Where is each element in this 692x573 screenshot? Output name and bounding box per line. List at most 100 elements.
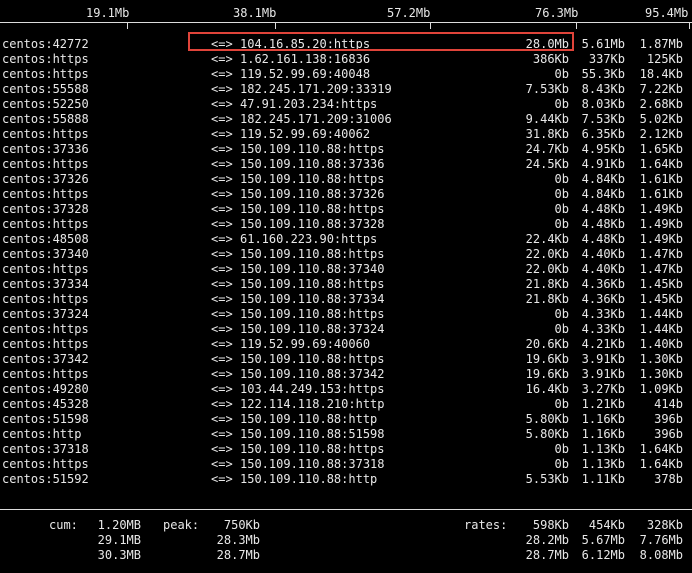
- connection-row[interactable]: centos:https <=> 150.109.110.88:37328 0b 4.4…: [0, 217, 692, 232]
- rate-2s: 31.8Kb: [525, 127, 569, 141]
- rate-40s: 5.02Kb: [639, 112, 683, 126]
- rate-10s: 4.84Kb: [581, 187, 625, 201]
- rate-40s: 18.4Kb: [639, 67, 683, 81]
- connection-row[interactable]: centos:https <=> 119.52.99.69:40060 20.6Kb 4…: [0, 337, 692, 352]
- direction-arrow: <=>: [211, 187, 233, 201]
- rate-2s: 22.0Kb: [525, 262, 569, 276]
- connection-row[interactable]: centos:https <=> 150.109.110.88:37324 0b 4.3…: [0, 322, 692, 337]
- rate-2s: 19.6Kb: [525, 367, 569, 381]
- destination-host: 182.245.171.209:31006: [240, 112, 392, 126]
- scale-tick: [576, 22, 577, 29]
- direction-arrow: <=>: [211, 52, 233, 66]
- scale-label: 38.1Mb: [233, 6, 277, 20]
- connection-row[interactable]: centos:51592 <=> 150.109.110.88:http 5.53Kb…: [0, 472, 692, 487]
- direction-arrow: <=>: [211, 307, 233, 321]
- scale-label: 19.1Mb: [86, 6, 130, 20]
- connection-row[interactable]: centos:52250 <=> 47.91.203.234:https 0b 8.03…: [0, 97, 692, 112]
- rate-2s: 0b: [554, 457, 569, 471]
- source-host: centos:37334: [2, 277, 89, 291]
- source-host: centos:55588: [2, 82, 89, 96]
- source-host: centos:55888: [2, 112, 89, 126]
- connection-row[interactable]: centos:37318 <=> 150.109.110.88:https 0b 1.1…: [0, 442, 692, 457]
- rate-2s: 0b: [554, 97, 569, 111]
- rate-10s: 4.36Kb: [581, 277, 625, 291]
- connection-row[interactable]: centos:https <=> 150.109.110.88:37334 21.8K…: [0, 292, 692, 307]
- rate-2s: 24.7Kb: [525, 142, 569, 156]
- direction-arrow: <=>: [211, 112, 233, 126]
- rate-2s: 22.0Kb: [525, 247, 569, 261]
- rate-40s: 378b: [654, 472, 683, 486]
- connection-row[interactable]: centos:https <=> 150.109.110.88:37318 0b 1.1…: [0, 457, 692, 472]
- direction-arrow: <=>: [211, 457, 233, 471]
- rate-40s: 1.87Mb: [639, 37, 683, 51]
- rate-40s: 1.44Kb: [639, 307, 683, 321]
- connection-row[interactable]: centos:https <=> 150.109.110.88:37340 22.0K…: [0, 262, 692, 277]
- connection-row[interactable]: centos:37340 <=> 150.109.110.88:https 22.0K…: [0, 247, 692, 262]
- connection-row[interactable]: centos:55888 <=> 182.245.171.209:31006 9.44…: [0, 112, 692, 127]
- destination-host: 150.109.110.88:https: [240, 172, 385, 186]
- connection-row[interactable]: centos:https <=> 150.109.110.88:37326 0b 4.8…: [0, 187, 692, 202]
- direction-arrow: <=>: [211, 442, 233, 456]
- connection-row[interactable]: centos:https <=> 150.109.110.88:37342 19.6K…: [0, 367, 692, 382]
- source-host: centos:37340: [2, 247, 89, 261]
- connection-row[interactable]: centos:37334 <=> 150.109.110.88:https 21.8K…: [0, 277, 692, 292]
- source-host: centos:https: [2, 322, 89, 336]
- connection-row[interactable]: centos:37326 <=> 150.109.110.88:https 0b 4.8…: [0, 172, 692, 187]
- connection-row[interactable]: centos:https <=> 150.109.110.88:37336 24.5K…: [0, 157, 692, 172]
- connection-row[interactable]: centos:https <=> 119.52.99.69:40048 0b 55.3K…: [0, 67, 692, 82]
- rate-2s: 5.80Kb: [525, 427, 569, 441]
- rate-40s: 1.30Kb: [639, 352, 683, 366]
- connection-row[interactable]: centos:55588 <=> 182.245.171.209:33319 7.53…: [0, 82, 692, 97]
- source-host: centos:https: [2, 157, 89, 171]
- destination-host: 150.109.110.88:37326: [240, 187, 385, 201]
- connection-row[interactable]: centos:48508 <=> 61.160.223.90:https 22.4Kb…: [0, 232, 692, 247]
- direction-arrow: <=>: [211, 262, 233, 276]
- connection-row[interactable]: centos:37324 <=> 150.109.110.88:https 0b 4.3…: [0, 307, 692, 322]
- rate-10s: 1.21Kb: [581, 397, 625, 411]
- destination-host: 119.52.99.69:40060: [240, 337, 371, 351]
- rate-2s: 16.4Kb: [525, 382, 569, 396]
- rate-2s: 0b: [554, 187, 569, 201]
- destination-host: 150.109.110.88:https: [240, 202, 385, 216]
- scale-tick: [127, 22, 128, 29]
- direction-arrow: <=>: [211, 397, 233, 411]
- source-host: centos:42772: [2, 37, 89, 51]
- connection-row[interactable]: centos:51598 <=> 150.109.110.88:http 5.80Kb…: [0, 412, 692, 427]
- direction-arrow: <=>: [211, 157, 233, 171]
- connection-row[interactable]: centos:45328 <=> 122.114.118.210:http 0b 1.2…: [0, 397, 692, 412]
- destination-host: 119.52.99.69:40062: [240, 127, 371, 141]
- rate-10s: 8.43Kb: [581, 82, 625, 96]
- connection-row[interactable]: centos:37336 <=> 150.109.110.88:https 24.7K…: [0, 142, 692, 157]
- connection-row[interactable]: centos:37328 <=> 150.109.110.88:https 0b 4.4…: [0, 202, 692, 217]
- total-rate-40s: 7.76Mb: [639, 533, 683, 547]
- rate-10s: 4.95Kb: [581, 142, 625, 156]
- connection-row[interactable]: centos:https <=> 119.52.99.69:40062 31.8Kb 6…: [0, 127, 692, 142]
- rate-10s: 4.21Kb: [581, 337, 625, 351]
- rate-10s: 6.35Kb: [581, 127, 625, 141]
- destination-host: 150.109.110.88:37324: [240, 322, 385, 336]
- rate-10s: 1.11Kb: [581, 472, 625, 486]
- connection-row[interactable]: centos:49280 <=> 103.44.249.153:https 16.4K…: [0, 382, 692, 397]
- rate-10s: 4.48Kb: [581, 202, 625, 216]
- source-host: centos:https: [2, 457, 89, 471]
- connection-row[interactable]: centos:http <=> 150.109.110.88:51598 5.80Kb…: [0, 427, 692, 442]
- connection-row[interactable]: centos:https <=> 1.62.161.138:16836 386Kb 33…: [0, 52, 692, 67]
- direction-arrow: <=>: [211, 217, 233, 231]
- destination-host: 182.245.171.209:33319: [240, 82, 392, 96]
- rate-40s: 125Kb: [646, 52, 683, 66]
- rate-2s: 0b: [554, 322, 569, 336]
- destination-host: 150.109.110.88:37318: [240, 457, 385, 471]
- rate-40s: 1.65Kb: [639, 142, 683, 156]
- rate-2s: 0b: [554, 67, 569, 81]
- scale-tick: [275, 22, 276, 29]
- destination-host: 150.109.110.88:51598: [240, 427, 385, 441]
- connection-row[interactable]: centos:42772 <=> 104.16.85.20:https 28.0Mb 5…: [0, 37, 692, 52]
- rate-40s: 1.64Kb: [639, 457, 683, 471]
- source-host: centos:https: [2, 292, 89, 306]
- connection-row[interactable]: centos:37342 <=> 150.109.110.88:https 19.6K…: [0, 352, 692, 367]
- direction-arrow: <=>: [211, 37, 233, 51]
- scale-tick: [430, 22, 431, 29]
- direction-arrow: <=>: [211, 322, 233, 336]
- destination-host: 150.109.110.88:https: [240, 442, 385, 456]
- rate-2s: 0b: [554, 397, 569, 411]
